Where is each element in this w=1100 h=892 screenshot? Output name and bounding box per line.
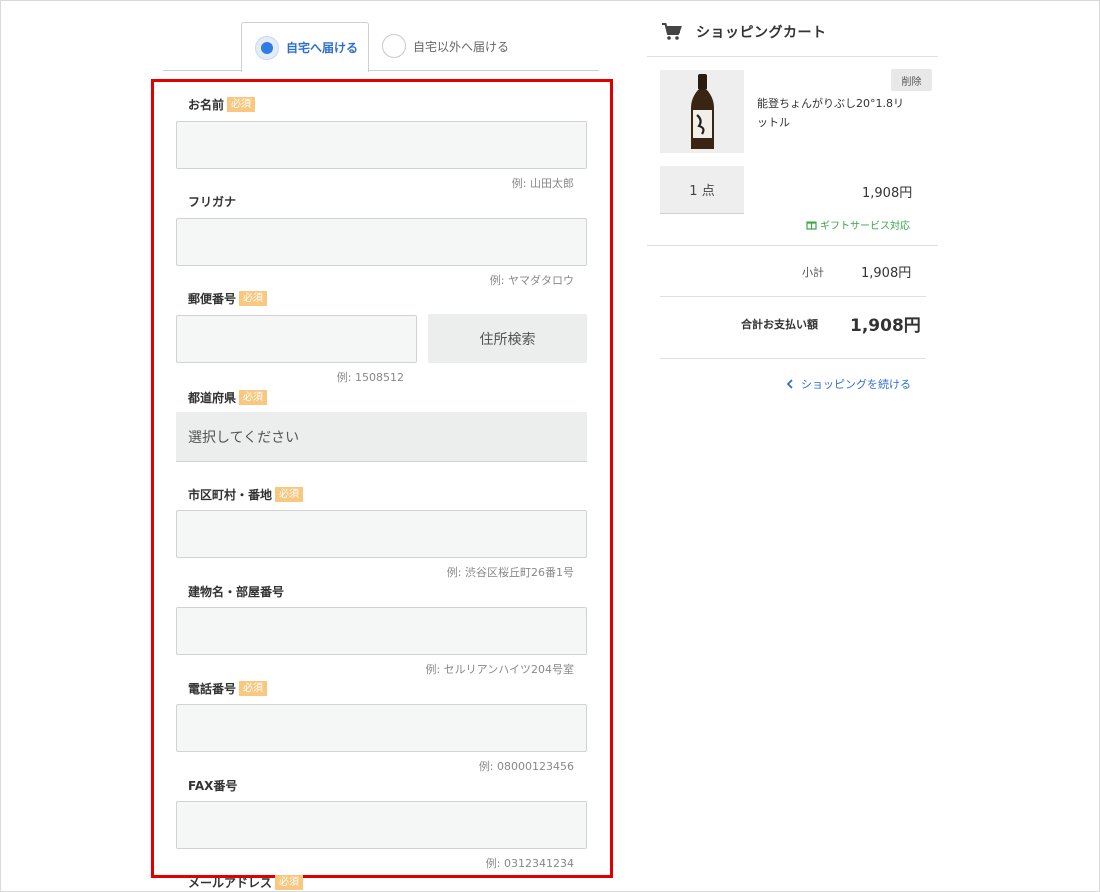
fax-label: FAX番号 — [188, 777, 237, 794]
cart-divider — [647, 56, 938, 57]
chevron-left-icon — [786, 379, 793, 389]
city-hint: 例: 渋谷区桜丘町26番1号 — [446, 566, 574, 579]
city-label-text: 市区町村・番地 — [188, 488, 273, 502]
required-badge: 必須 — [239, 681, 268, 696]
furigana-input[interactable] — [176, 218, 587, 266]
total-label: 合計お支払い額 — [741, 318, 818, 331]
product-image[interactable] — [660, 70, 744, 153]
radio-unselected-icon[interactable] — [382, 34, 406, 58]
phone-label-text: 電話番号 — [188, 682, 237, 696]
gift-service: ギフトサービス対応 — [806, 217, 910, 232]
tab-deliver-other[interactable]: 自宅以外へ届ける — [382, 22, 542, 70]
sake-bottle-icon — [691, 74, 714, 149]
furigana-label: フリガナ — [188, 193, 236, 210]
quantity-box[interactable]: 1 点 — [660, 166, 744, 214]
phone-hint: 例: 08000123456 — [478, 760, 574, 773]
fax-hint: 例: 0312341234 — [485, 857, 574, 870]
continue-shopping-link[interactable]: ショッピングを続ける — [786, 376, 911, 392]
delete-button[interactable]: 削除 — [891, 69, 932, 91]
subtotal-label: 小計 — [802, 266, 824, 279]
email-label-text: メールアドレス — [188, 876, 273, 890]
required-badge: 必須 — [239, 291, 268, 306]
postal-input[interactable] — [176, 315, 417, 363]
subtotal-value: 1,908円 — [861, 266, 912, 281]
shopping-cart-icon — [662, 23, 682, 40]
continue-shopping-label: ショッピングを続ける — [801, 378, 911, 391]
tab-divider — [163, 70, 599, 71]
required-badge: 必須 — [275, 875, 304, 890]
building-hint: 例: セルリアンハイツ204号室 — [425, 663, 574, 676]
building-label: 建物名・部屋番号 — [188, 583, 284, 600]
cart-title: ショッピングカート — [696, 25, 827, 41]
postal-label-text: 郵便番号 — [188, 292, 237, 306]
postal-label: 郵便番号 必須 — [188, 290, 268, 307]
gift-icon — [806, 221, 817, 230]
name-hint: 例: 山田太郎 — [511, 177, 574, 190]
phone-input[interactable] — [176, 704, 587, 752]
fax-label-text: FAX番号 — [188, 779, 238, 793]
fax-input[interactable] — [176, 801, 587, 849]
tab-deliver-home[interactable]: 自宅へ届ける — [241, 22, 369, 72]
prefecture-label: 都道府県 必須 — [188, 389, 268, 406]
cart-divider — [660, 296, 926, 297]
building-label-text: 建物名・部屋番号 — [188, 585, 285, 599]
prefecture-select[interactable]: 選択してください — [176, 412, 587, 462]
product-name[interactable]: 能登ちょんがりぶし20°1.8リットル — [757, 94, 907, 132]
postal-hint: 例: 1508512 — [336, 371, 404, 384]
furigana-hint: 例: ヤマダタロウ — [489, 274, 574, 287]
required-badge: 必須 — [227, 97, 256, 112]
phone-label: 電話番号 必須 — [188, 680, 268, 697]
prefecture-label-text: 都道府県 — [188, 391, 237, 405]
name-input[interactable] — [176, 121, 587, 169]
gift-service-label: ギフトサービス対応 — [820, 221, 910, 232]
name-label: お名前 必須 — [188, 96, 256, 113]
email-label: メールアドレス 必須 — [188, 874, 304, 891]
tab-deliver-other-label: 自宅以外へ届ける — [413, 39, 510, 54]
city-input[interactable] — [176, 510, 587, 558]
address-search-button[interactable]: 住所検索 — [428, 314, 587, 363]
total-value: 1,908円 — [850, 316, 921, 336]
required-badge: 必須 — [275, 487, 304, 502]
tab-deliver-home-label: 自宅へ届ける — [286, 41, 359, 55]
item-price: 1,908円 — [862, 186, 913, 201]
name-label-text: お名前 — [188, 98, 225, 112]
city-label: 市区町村・番地 必須 — [188, 486, 304, 503]
cart-divider — [647, 245, 938, 246]
cart-header: ショッピングカート — [662, 20, 827, 44]
cart-divider — [660, 358, 926, 359]
required-badge: 必須 — [239, 390, 268, 405]
furigana-label-text: フリガナ — [188, 195, 237, 209]
building-input[interactable] — [176, 607, 587, 655]
radio-selected-icon[interactable] — [255, 35, 279, 60]
